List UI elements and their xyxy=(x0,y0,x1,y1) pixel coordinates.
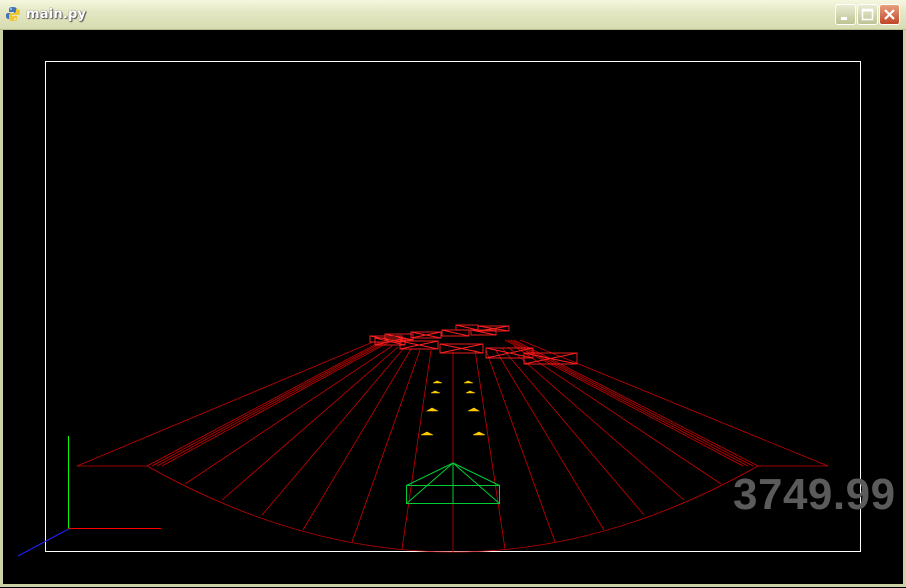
obstacle xyxy=(399,340,439,350)
axis-gizmo xyxy=(17,436,161,557)
score-display: 3749.99 xyxy=(733,470,896,519)
pickup xyxy=(467,407,481,412)
pickup xyxy=(425,407,439,412)
title-bar[interactable]: main.py xyxy=(0,0,906,30)
minimize-button[interactable] xyxy=(835,4,856,25)
window-title: main.py xyxy=(26,7,87,22)
obstacle xyxy=(441,329,470,337)
close-icon xyxy=(884,9,895,20)
pickup xyxy=(420,431,434,436)
obstacle xyxy=(439,343,484,354)
pickup xyxy=(472,431,486,436)
obstacle xyxy=(455,324,479,331)
track-wireframe xyxy=(76,339,829,553)
player-ship xyxy=(406,462,500,504)
minimize-icon xyxy=(841,17,847,20)
obstacle xyxy=(410,331,442,339)
maximize-icon xyxy=(861,8,874,21)
game-viewport[interactable]: 3749.99 xyxy=(3,30,903,584)
pickup xyxy=(430,390,441,394)
pickup xyxy=(432,380,443,384)
game-window: main.py 3749.99 xyxy=(0,0,906,587)
pickup xyxy=(463,380,474,384)
python-icon xyxy=(6,7,20,21)
close-button[interactable] xyxy=(879,4,900,25)
maximize-button[interactable] xyxy=(857,4,878,25)
pickup xyxy=(465,390,476,394)
